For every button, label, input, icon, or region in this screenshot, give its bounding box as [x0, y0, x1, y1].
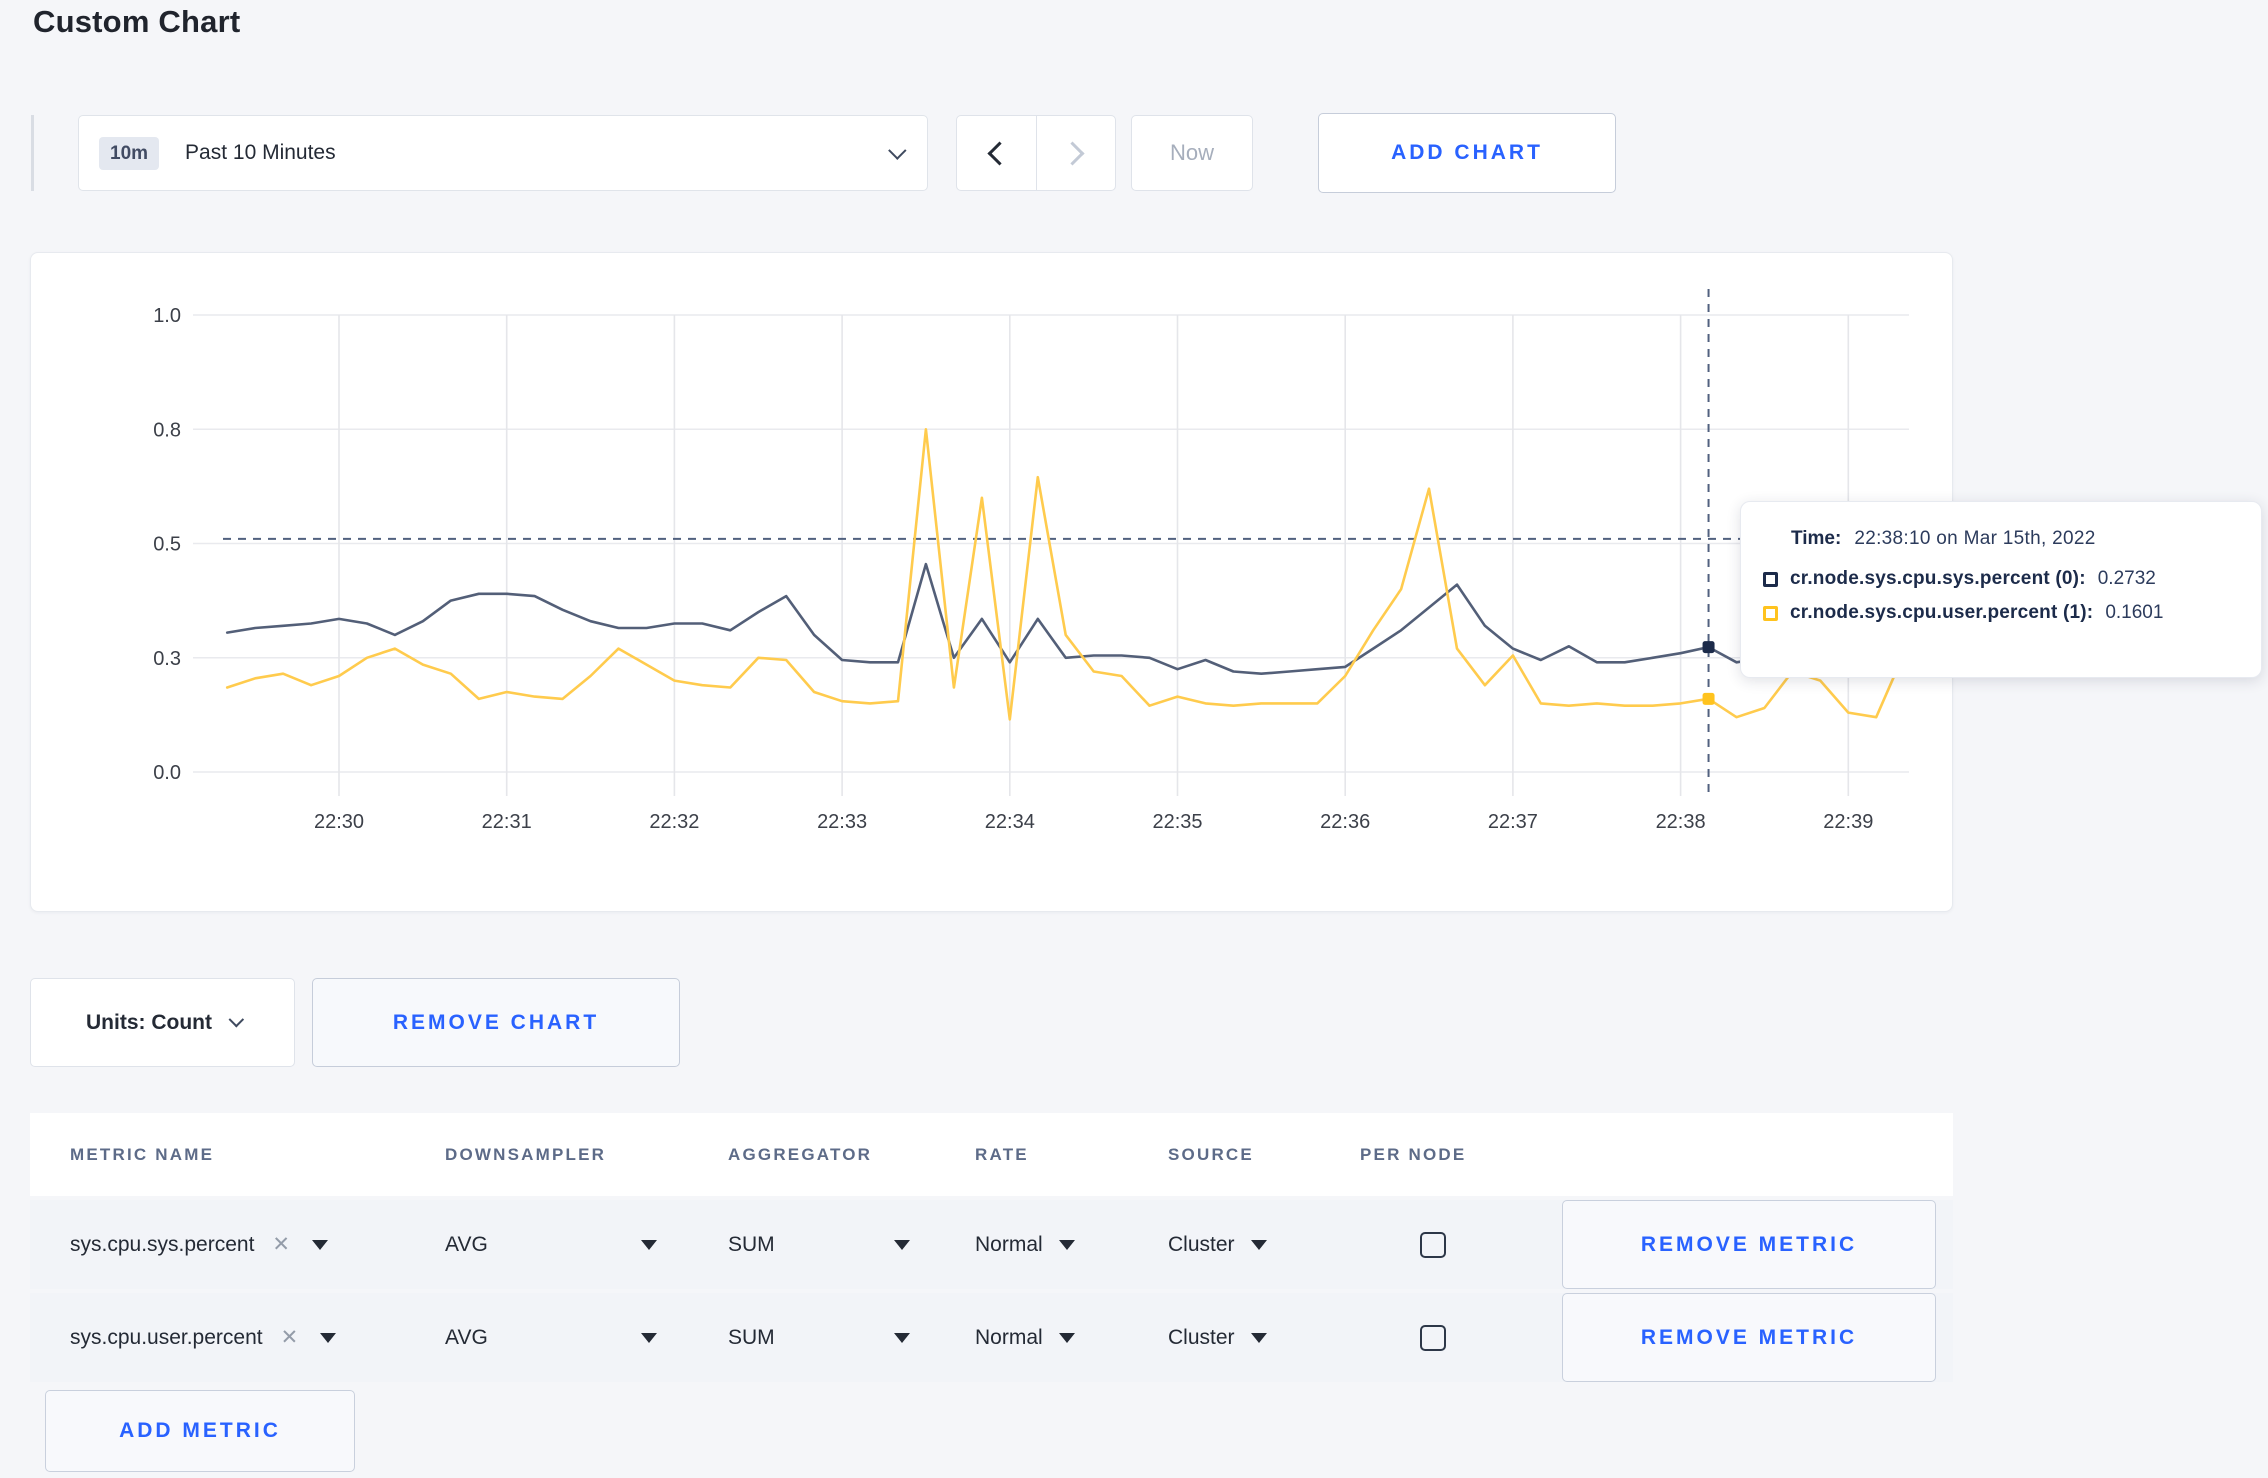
- now-button[interactable]: Now: [1131, 115, 1253, 191]
- tooltip-series-row: cr.node.sys.cpu.sys.percent (0): 0.2732: [1763, 568, 2235, 590]
- dropdown-caret-icon: [641, 1332, 657, 1343]
- dropdown-caret-icon: [312, 1239, 329, 1250]
- remove-metric-button[interactable]: REMOVE METRIC: [1562, 1200, 1936, 1289]
- x-axis-label: 22:32: [649, 811, 699, 833]
- chart-card: 0.0 0.3 0.5 0.8 1.0 22:30 22:31 22:32 22:33 22:34…: [30, 252, 1953, 912]
- col-header-metric-name: METRIC NAME: [70, 1144, 215, 1164]
- chevron-down-icon: [228, 1011, 245, 1028]
- dropdown-caret-icon: [894, 1332, 910, 1343]
- col-header-rate: RATE: [975, 1144, 1029, 1164]
- metric-row: sys.cpu.user.percent ✕ AVG SUM Normal Cl…: [30, 1293, 1953, 1382]
- x-axis-label: 22:38: [1656, 811, 1706, 833]
- remove-chart-button[interactable]: REMOVE CHART: [312, 978, 680, 1067]
- dropdown-caret-icon: [1250, 1239, 1267, 1250]
- metrics-table-header: METRIC NAME DOWNSAMPLER AGGREGATOR RATE …: [30, 1113, 1953, 1196]
- metric-name-select[interactable]: sys.cpu.user.percent ✕: [70, 1325, 445, 1350]
- col-header-downsampler: DOWNSAMPLER: [445, 1144, 607, 1164]
- tooltip-time-row: Time: 22:38:10 on Mar 15th, 2022: [1791, 528, 2235, 550]
- chevron-down-icon: [888, 140, 907, 160]
- x-axis-label: 22:35: [1152, 811, 1202, 833]
- y-axis-label: 1.0: [153, 305, 181, 327]
- hover-marker-user: [1702, 692, 1715, 705]
- sys-series-swatch-icon: [1763, 571, 1778, 587]
- dropdown-caret-icon: [320, 1332, 337, 1343]
- time-series-chart[interactable]: 0.0 0.3 0.5 0.8 1.0 22:30 22:31 22:32 22:33 22:34…: [31, 253, 1954, 913]
- add-chart-button[interactable]: ADD CHART: [1318, 113, 1616, 193]
- dropdown-caret-icon: [1250, 1332, 1267, 1343]
- next-time-button[interactable]: [1035, 116, 1116, 190]
- time-range-select[interactable]: 10m Past 10 Minutes: [78, 115, 928, 191]
- dropdown-caret-icon: [641, 1239, 657, 1250]
- per-node-checkbox[interactable]: [1420, 1324, 1446, 1351]
- x-axis-label: 22:30: [314, 811, 364, 833]
- x-axis-label: 22:33: [817, 811, 867, 833]
- y-axis-label: 0.0: [153, 762, 181, 784]
- custom-chart-page: Custom Chart 10m Past 10 Minutes Now ADD…: [0, 0, 2268, 1478]
- tooltip-time-label: Time:: [1791, 528, 1842, 549]
- user-series-swatch-icon: [1763, 605, 1778, 621]
- rate-select[interactable]: Normal: [975, 1326, 1168, 1350]
- chevron-right-icon: [1060, 140, 1085, 166]
- downsampler-select[interactable]: AVG: [445, 1233, 657, 1257]
- rate-select[interactable]: Normal: [975, 1233, 1168, 1257]
- series-line-user: [225, 428, 1906, 721]
- tooltip-time-value: 22:38:10 on Mar 15th, 2022: [1854, 528, 2096, 549]
- toolbar-divider: [31, 115, 34, 191]
- page-title: Custom Chart: [33, 4, 241, 39]
- y-axis-label: 0.5: [153, 534, 181, 556]
- tooltip-series-row: cr.node.sys.cpu.user.percent (1): 0.1601: [1763, 602, 2235, 624]
- per-node-checkbox[interactable]: [1420, 1231, 1446, 1258]
- source-select[interactable]: Cluster: [1168, 1233, 1360, 1257]
- aggregator-select[interactable]: SUM: [728, 1233, 910, 1257]
- x-axis-label: 22:34: [985, 811, 1035, 833]
- metrics-table: METRIC NAME DOWNSAMPLER AGGREGATOR RATE …: [30, 1113, 1953, 1382]
- x-axis-label: 22:39: [1823, 811, 1873, 833]
- x-axis-label: 22:31: [482, 811, 532, 833]
- chevron-left-icon: [987, 140, 1012, 166]
- col-header-per-node: PER NODE: [1360, 1144, 1467, 1164]
- time-range-label: Past 10 Minutes: [185, 141, 336, 164]
- x-axis-label: 22:36: [1320, 811, 1370, 833]
- col-header-source: SOURCE: [1168, 1144, 1254, 1164]
- y-axis-label: 0.3: [153, 648, 181, 670]
- clear-metric-icon[interactable]: ✕: [281, 1325, 299, 1350]
- units-select[interactable]: Units: Count: [30, 978, 295, 1067]
- dropdown-caret-icon: [894, 1239, 910, 1250]
- add-metric-button[interactable]: ADD METRIC: [45, 1390, 355, 1472]
- dropdown-caret-icon: [1058, 1332, 1075, 1343]
- aggregator-select[interactable]: SUM: [728, 1326, 910, 1350]
- downsampler-select[interactable]: AVG: [445, 1326, 657, 1350]
- metric-row: sys.cpu.sys.percent ✕ AVG SUM Normal Clu…: [30, 1200, 1953, 1289]
- time-range-badge: 10m: [99, 136, 160, 170]
- tooltip-series-value: 0.1601: [2105, 602, 2164, 623]
- x-axis-label: 22:37: [1488, 811, 1538, 833]
- y-axis-label: 0.8: [153, 419, 181, 441]
- tooltip-series-value: 0.2732: [2097, 568, 2156, 589]
- tooltip-series-label: cr.node.sys.cpu.user.percent (1):: [1790, 602, 2094, 623]
- clear-metric-icon[interactable]: ✕: [272, 1232, 290, 1257]
- hover-marker-sys: [1702, 641, 1715, 654]
- tooltip-series-label: cr.node.sys.cpu.sys.percent (0):: [1790, 568, 2086, 589]
- col-header-aggregator: AGGREGATOR: [728, 1144, 873, 1164]
- chart-tooltip: Time: 22:38:10 on Mar 15th, 2022 cr.node…: [1740, 501, 2262, 678]
- prev-time-button[interactable]: [957, 116, 1036, 190]
- source-select[interactable]: Cluster: [1168, 1326, 1360, 1350]
- dropdown-caret-icon: [1058, 1239, 1075, 1250]
- time-window-pager: [956, 115, 1116, 191]
- remove-metric-button[interactable]: REMOVE METRIC: [1562, 1293, 1936, 1382]
- metric-name-select[interactable]: sys.cpu.sys.percent ✕: [70, 1232, 445, 1257]
